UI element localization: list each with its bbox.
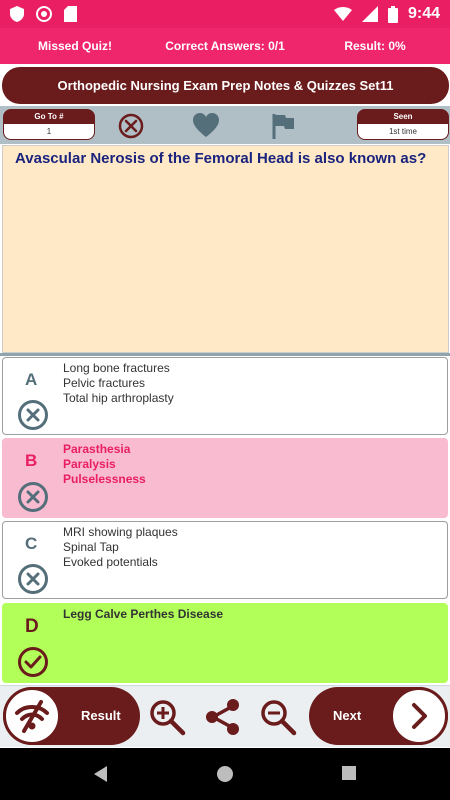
answer-text: Long bone fractures Pelvic fractures Tot…: [63, 361, 174, 406]
close-circle-icon[interactable]: [117, 112, 145, 140]
answer-line: Paralysis: [63, 457, 116, 471]
wifi-icon: [333, 7, 352, 21]
back-icon[interactable]: [92, 765, 108, 783]
check-mark-icon: [18, 647, 48, 677]
answer-line: Legg Calve Perthes Disease: [63, 607, 224, 621]
system-nav-bar: [0, 748, 450, 800]
answer-letter: C: [25, 534, 38, 553]
flag-icon[interactable]: [270, 112, 298, 140]
question-box: Avascular Nerosis of the Femoral Head is…: [2, 145, 449, 353]
quiz-screen: 9:44 Missed Quiz! Correct Answers: 0/1 R…: [0, 0, 450, 800]
answer-option-a[interactable]: A Long bone fractures Pelvic fractures T…: [2, 357, 448, 435]
heart-icon[interactable]: [192, 112, 220, 140]
no-wifi-icon: [3, 687, 61, 745]
answer-option-b[interactable]: B Parasthesia Paralysis Pulselessness: [2, 438, 448, 518]
correct-answers-label: Correct Answers: 0/1: [165, 39, 285, 53]
quiz-stats-bar: Missed Quiz! Correct Answers: 0/1 Result…: [0, 28, 450, 64]
wrong-mark-icon: [18, 482, 48, 512]
answer-text: Parasthesia Paralysis Pulselessness: [63, 442, 146, 487]
result-button-label: Result: [81, 708, 121, 723]
share-icon[interactable]: [204, 698, 242, 736]
recents-icon[interactable]: [341, 765, 357, 781]
wrong-mark-icon: [18, 400, 48, 430]
answer-letter: D: [25, 616, 39, 637]
go-to-label: Go To #: [3, 109, 95, 124]
wrong-mark-icon: [18, 564, 48, 594]
divider: [0, 353, 450, 356]
quiz-set-title: Orthopedic Nursing Exam Prep Notes & Qui…: [2, 67, 449, 104]
seen-label: Seen: [357, 109, 449, 124]
zoom-out-icon[interactable]: [259, 698, 297, 736]
zoom-in-icon[interactable]: [148, 698, 186, 736]
answer-line: Parasthesia: [63, 442, 131, 456]
answer-line: Spinal Tap: [63, 540, 119, 554]
answer-line: Long bone fractures: [63, 361, 170, 375]
answer-text: MRI showing plaques Spinal Tap Evoked po…: [63, 525, 178, 570]
answer-letter: B: [25, 451, 38, 470]
quiz-toolbar: Go To # 1 Seen 1st time: [0, 106, 450, 144]
answer-line: Evoked potentials: [63, 555, 158, 569]
seen-value: 1st time: [357, 124, 449, 140]
go-to-value[interactable]: 1: [3, 124, 95, 140]
home-icon[interactable]: [216, 765, 234, 783]
answer-option-d[interactable]: D Legg Calve Perthes Disease: [2, 603, 448, 683]
seen-counter: Seen 1st time: [357, 109, 449, 142]
answer-line: Pulselessness: [63, 472, 146, 486]
status-time: 9:44: [407, 5, 440, 22]
action-bar: Result Next: [0, 685, 450, 747]
missed-quiz-label: Missed Quiz!: [37, 39, 112, 53]
shield-icon: [10, 6, 24, 22]
result-button[interactable]: Result: [3, 687, 140, 745]
answer-line: Total hip arthroplasty: [63, 391, 174, 405]
result-percent-label: Result: 0%: [344, 39, 406, 53]
answer-option-c[interactable]: C MRI showing plaques Spinal Tap Evoked …: [2, 521, 448, 599]
answer-letter: A: [25, 370, 38, 389]
battery-icon: [387, 5, 398, 23]
sd-card-icon: [64, 6, 77, 22]
status-bar: 9:44: [0, 0, 450, 28]
go-to-question[interactable]: Go To # 1: [3, 109, 95, 142]
chevron-right-icon: [390, 687, 448, 745]
circle-icon: [36, 6, 52, 22]
next-button-label: Next: [333, 708, 362, 723]
next-button[interactable]: Next: [309, 687, 448, 745]
question-text: Avascular Nerosis of the Femoral Head is…: [15, 150, 427, 167]
answer-line: MRI showing plaques: [63, 525, 178, 539]
signal-icon: [361, 6, 378, 22]
answer-line: Pelvic fractures: [63, 376, 146, 390]
answer-text: Legg Calve Perthes Disease: [63, 607, 223, 622]
